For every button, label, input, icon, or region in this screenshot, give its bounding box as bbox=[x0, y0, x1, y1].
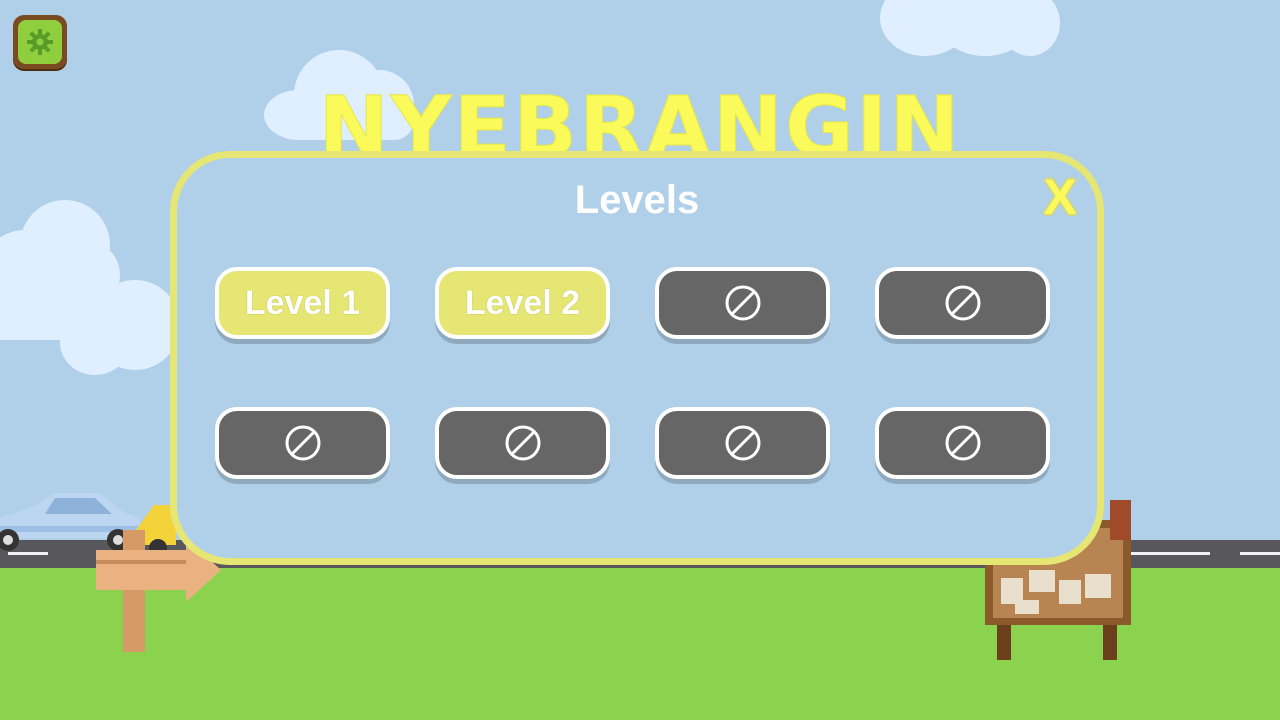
road-marking bbox=[1240, 552, 1280, 555]
locked-level-button[interactable] bbox=[655, 407, 830, 479]
locked-level-button[interactable] bbox=[875, 267, 1050, 339]
level-2-button[interactable]: Level 2 bbox=[435, 267, 610, 339]
locked-icon bbox=[725, 285, 760, 321]
locked-level-button[interactable] bbox=[435, 407, 610, 479]
dialog-title: Levels bbox=[574, 178, 700, 222]
locked-icon bbox=[945, 425, 980, 461]
level-label: Level 1 bbox=[244, 283, 361, 322]
close-button[interactable]: X bbox=[1033, 170, 1087, 224]
road-marking bbox=[1130, 552, 1170, 555]
level-1-button[interactable]: Level 1 bbox=[215, 267, 390, 339]
cloud bbox=[880, 0, 1070, 58]
locked-icon bbox=[945, 285, 980, 321]
road-marking bbox=[1170, 552, 1210, 555]
locked-level-button[interactable] bbox=[875, 407, 1050, 479]
level-label: Level 2 bbox=[464, 283, 581, 322]
settings-button[interactable] bbox=[13, 15, 67, 69]
gear-icon bbox=[27, 29, 53, 55]
locked-level-button[interactable] bbox=[655, 267, 830, 339]
settings-button-face bbox=[18, 20, 62, 64]
locked-level-button[interactable] bbox=[215, 407, 390, 479]
locked-icon bbox=[505, 425, 540, 461]
locked-icon bbox=[725, 425, 760, 461]
levels-dialog: Levels X Level 1 Level 2 bbox=[170, 151, 1104, 565]
cloud bbox=[60, 270, 180, 375]
locked-icon bbox=[285, 425, 320, 461]
